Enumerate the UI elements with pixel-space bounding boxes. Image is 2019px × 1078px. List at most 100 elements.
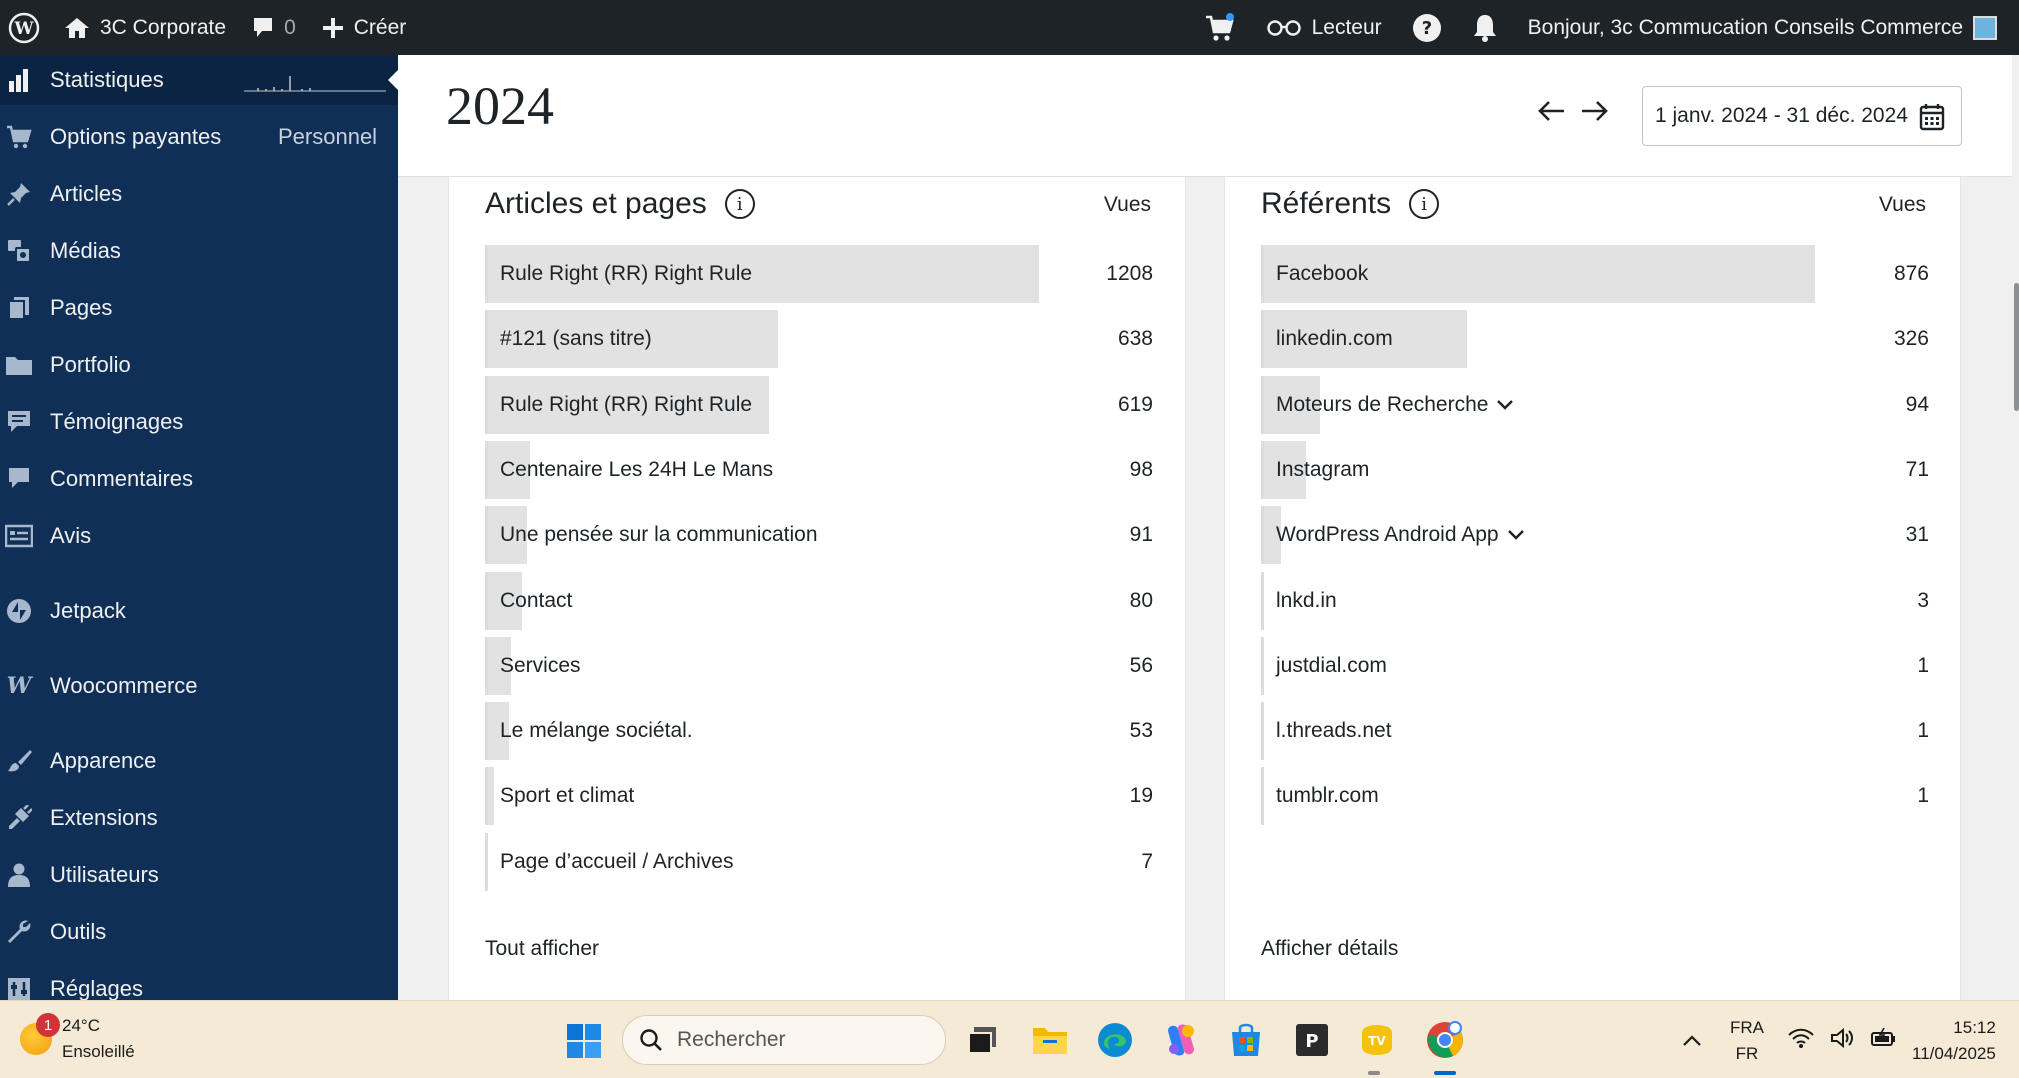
sidebar-item-jetpack[interactable]: Jetpack: [0, 586, 398, 636]
sidebar-item-reglages[interactable]: Réglages: [0, 964, 398, 1000]
settings-icon: [0, 976, 38, 1000]
chevron-down-icon[interactable]: [1507, 529, 1525, 541]
sidebar-item-statistiques[interactable]: Statistiques: [0, 55, 398, 105]
language-indicator[interactable]: FRA FR: [1730, 1015, 1764, 1067]
sidebar-item-articles[interactable]: Articles: [0, 169, 398, 219]
file-explorer-icon[interactable]: [1029, 1019, 1071, 1061]
help-icon[interactable]: ?: [1412, 0, 1442, 55]
stat-row[interactable]: Facebook 876: [1261, 245, 1929, 303]
sidebar-item-portfolio[interactable]: Portfolio: [0, 340, 398, 390]
system-clock[interactable]: 15:12 11/04/2025: [1912, 1015, 1996, 1067]
stat-row[interactable]: Rule Right (RR) Right Rule 1208: [485, 245, 1153, 303]
wrench-icon: [0, 919, 38, 945]
microsoft-store-icon[interactable]: [1225, 1019, 1267, 1061]
page-title: 2024: [446, 76, 554, 136]
sidebar-item-woocommerce[interactable]: W Woocommerce: [0, 661, 398, 711]
battery-icon[interactable]: [1870, 1027, 1898, 1049]
stats-sparkline: [244, 76, 386, 92]
show-details-link[interactable]: Afficher détails: [1261, 937, 1398, 961]
sidebar-item-pages[interactable]: Pages: [0, 283, 398, 333]
sidebar-item-label: Jetpack: [50, 598, 126, 623]
next-period-arrow-icon[interactable]: [1580, 99, 1608, 123]
stat-row-title: Rule Right (RR) Right Rule: [500, 262, 753, 285]
info-icon[interactable]: i: [1409, 189, 1440, 219]
notifications-bell-icon[interactable]: [1472, 0, 1498, 55]
chevron-up-icon[interactable]: [1682, 1033, 1702, 1047]
tv-app-icon[interactable]: TV: [1356, 1019, 1398, 1061]
stat-row[interactable]: Rule Right (RR) Right Rule 619: [485, 375, 1153, 434]
show-all-link[interactable]: Tout afficher: [485, 937, 599, 961]
weather-widget[interactable]: 1 24°C Ensoleillé: [20, 1013, 135, 1065]
stat-row[interactable]: Moteurs de Recherche 94: [1261, 375, 1929, 434]
copilot-icon[interactable]: [1160, 1019, 1202, 1061]
sidebar-item-apparence[interactable]: Apparence: [0, 736, 398, 786]
stat-row-label: WordPress Android App: [1276, 506, 1525, 564]
stat-row[interactable]: Centenaire Les 24H Le Mans 98: [485, 440, 1153, 499]
account-menu[interactable]: Bonjour, 3c Commucation Conseils Commerc…: [1528, 0, 1997, 55]
brush-icon: [0, 748, 38, 774]
sidebar-item-commentaires[interactable]: Commentaires: [0, 454, 398, 504]
bar-chart-icon: [0, 67, 38, 93]
sidebar-item-extensions[interactable]: Extensions: [0, 793, 398, 843]
stats-header: 2024 1 janv. 2024 - 31 déc. 2024: [398, 55, 2012, 177]
stat-row[interactable]: Contact 80: [485, 571, 1153, 630]
sidebar-item-medias[interactable]: Médias: [0, 226, 398, 276]
system-tray: [1670, 1001, 1702, 1078]
sidebar-item-avis[interactable]: Avis: [0, 511, 398, 561]
volume-icon[interactable]: [1830, 1027, 1854, 1049]
stat-row[interactable]: Le mélange sociétal. 53: [485, 702, 1153, 761]
sidebar-item-label: Témoignages: [50, 409, 184, 434]
stat-row-value: 94: [1905, 392, 1929, 416]
scrollbar-thumb[interactable]: [2014, 283, 2019, 411]
wordpress-logo-icon[interactable]: W: [2, 0, 46, 55]
cart-icon[interactable]: [1204, 0, 1236, 55]
taskbar-search[interactable]: Rechercher: [622, 1015, 946, 1065]
stat-row[interactable]: linkedin.com 326: [1261, 310, 1929, 369]
stat-row-label: #121 (sans titre): [500, 310, 652, 368]
wifi-icon[interactable]: [1788, 1027, 1814, 1049]
info-icon[interactable]: i: [724, 189, 755, 219]
new-content-link[interactable]: Créer: [322, 0, 406, 55]
reader-link[interactable]: Lecteur: [1266, 0, 1382, 55]
stat-row-title: Services: [500, 653, 581, 677]
comments-link[interactable]: 0: [252, 0, 296, 55]
sidebar-item-options-payantes[interactable]: Options payantes Personnel: [0, 112, 398, 162]
stat-row-label: Services: [500, 637, 581, 695]
sidebar-item-temoignages[interactable]: Témoignages: [0, 397, 398, 447]
stat-row[interactable]: Instagram 71: [1261, 440, 1929, 499]
edge-browser-icon[interactable]: [1094, 1019, 1136, 1061]
stat-row[interactable]: Une pensée sur la communication 91: [485, 506, 1153, 565]
stat-row[interactable]: Services 56: [485, 636, 1153, 695]
sidebar-item-utilisateurs[interactable]: Utilisateurs: [0, 850, 398, 900]
stat-row-title: lnkd.in: [1276, 588, 1337, 612]
date-range-picker[interactable]: 1 janv. 2024 - 31 déc. 2024: [1642, 86, 1962, 146]
stat-row-value: 876: [1893, 262, 1929, 285]
sidebar-item-label: Pages: [50, 295, 113, 320]
stat-row[interactable]: tumblr.com 1: [1261, 767, 1929, 826]
site-name-link[interactable]: 3C Corporate: [64, 0, 226, 55]
stat-row-title: linkedin.com: [1276, 327, 1393, 351]
p-app-icon[interactable]: P: [1291, 1019, 1333, 1061]
stat-row[interactable]: Page d’accueil / Archives 7: [485, 832, 1153, 891]
task-view-icon[interactable]: [962, 1019, 1004, 1061]
stat-row-label: tumblr.com: [1276, 767, 1379, 825]
chrome-browser-icon[interactable]: [1424, 1019, 1466, 1061]
stat-row[interactable]: #121 (sans titre) 638: [485, 310, 1153, 369]
sidebar-item-label: Woocommerce: [50, 673, 198, 698]
stat-row[interactable]: lnkd.in 3: [1261, 571, 1929, 630]
stat-row-value: 7: [1141, 849, 1153, 873]
card-title: Référents i: [1261, 187, 1440, 221]
stat-row[interactable]: Sport et climat 19: [485, 767, 1153, 826]
windows-start-icon[interactable]: [566, 1023, 602, 1059]
stat-row[interactable]: l.threads.net 1: [1261, 702, 1929, 761]
chevron-down-icon[interactable]: [1496, 399, 1514, 411]
views-column-header: Vues: [1878, 193, 1926, 216]
pin-icon: [0, 181, 38, 207]
sidebar-item-outils[interactable]: Outils: [0, 907, 398, 957]
stat-row[interactable]: WordPress Android App 31: [1261, 506, 1929, 565]
previous-period-arrow-icon[interactable]: [1538, 99, 1566, 123]
stat-bar: [485, 767, 494, 826]
stat-row[interactable]: justdial.com 1: [1261, 636, 1929, 695]
stat-row-value: 71: [1905, 457, 1929, 481]
clock-date: 11/04/2025: [1912, 1044, 1996, 1063]
